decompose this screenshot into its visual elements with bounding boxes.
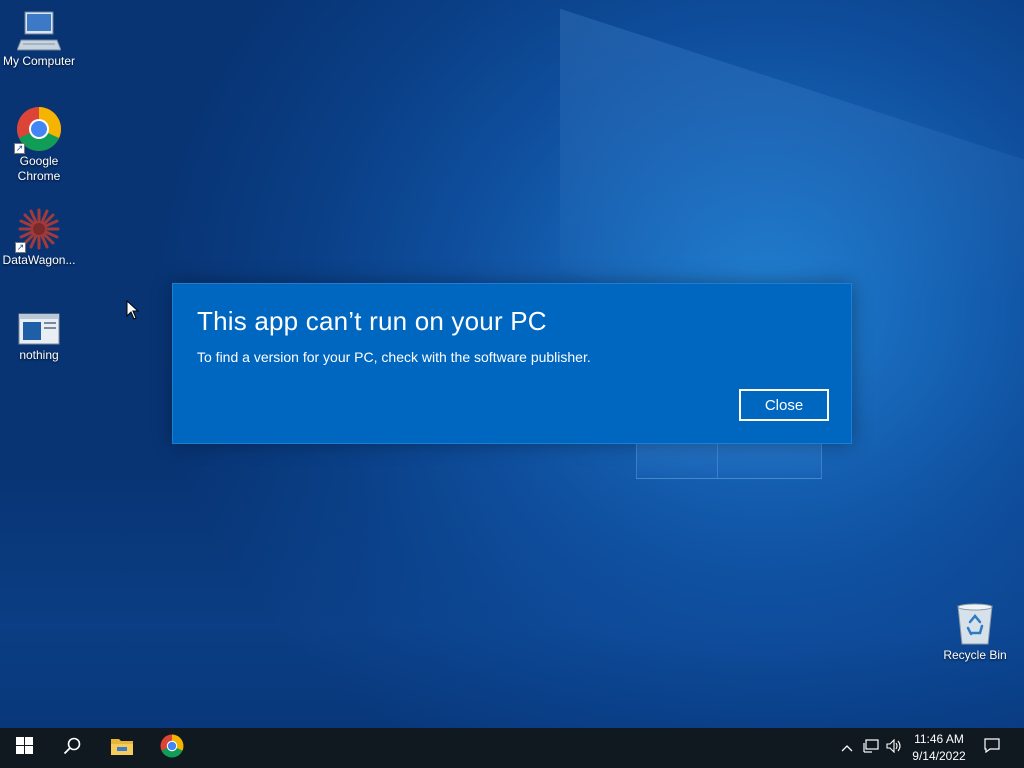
clock-time: 11:46 AM <box>914 732 964 746</box>
dialog-message: To find a version for your PC, check wit… <box>197 349 591 365</box>
show-hidden-icons-button[interactable] <box>836 728 858 768</box>
desktop-icon-recycle-bin[interactable]: Recycle Bin <box>936 602 1014 663</box>
app-cant-run-dialog: This app can’t run on your PC To find a … <box>172 283 852 444</box>
action-center-button[interactable] <box>980 728 1004 768</box>
close-button[interactable]: Close <box>739 389 829 421</box>
datawagon-icon: ↗ <box>15 207 61 253</box>
window-file-icon <box>17 310 61 346</box>
chrome-taskbar-button[interactable] <box>148 728 196 768</box>
start-button[interactable] <box>0 728 48 768</box>
desktop-icon-label: Google Chrome <box>17 154 61 183</box>
mouse-cursor-icon <box>126 299 140 325</box>
chrome-icon: ↗ <box>14 106 62 154</box>
desktop-icon-datawagon[interactable]: ↗ DataWagon... <box>0 207 78 268</box>
taskbar-clock[interactable]: 11:46 AM 9/14/2022 <box>906 731 972 765</box>
chevron-up-icon <box>841 739 853 757</box>
computer-icon <box>16 10 62 52</box>
desktop-icon-label: DataWagon... <box>2 253 76 267</box>
start-icon <box>15 737 33 759</box>
shortcut-arrow-icon: ↗ <box>14 143 25 154</box>
file-explorer-icon <box>110 736 134 761</box>
recycle-bin-icon <box>955 602 995 646</box>
volume-button[interactable] <box>883 728 905 768</box>
chrome-icon <box>160 734 184 763</box>
desktop-icon-label: Recycle Bin <box>943 648 1007 662</box>
dialog-title: This app can’t run on your PC <box>197 306 547 336</box>
wallpaper-light-floor <box>0 470 1024 730</box>
desktop-icon-label: My Computer <box>2 54 76 68</box>
taskbar: 11:46 AM 9/14/2022 <box>0 728 1024 768</box>
shortcut-arrow-icon: ↗ <box>15 242 26 253</box>
notification-icon <box>984 738 1000 758</box>
desktop-icon-my-computer[interactable]: My Computer <box>0 10 78 69</box>
volume-icon <box>886 738 902 758</box>
desktop-icon-google-chrome[interactable]: ↗ Google Chrome <box>0 106 78 184</box>
desktop-icon-label: nothing <box>19 348 59 362</box>
file-explorer-button[interactable] <box>98 728 146 768</box>
network-icon <box>863 738 879 758</box>
clock-date: 9/14/2022 <box>912 749 966 763</box>
search-button[interactable] <box>48 728 96 768</box>
network-button[interactable] <box>860 728 882 768</box>
desktop-icon-nothing[interactable]: nothing <box>0 310 78 363</box>
search-icon <box>63 737 81 760</box>
